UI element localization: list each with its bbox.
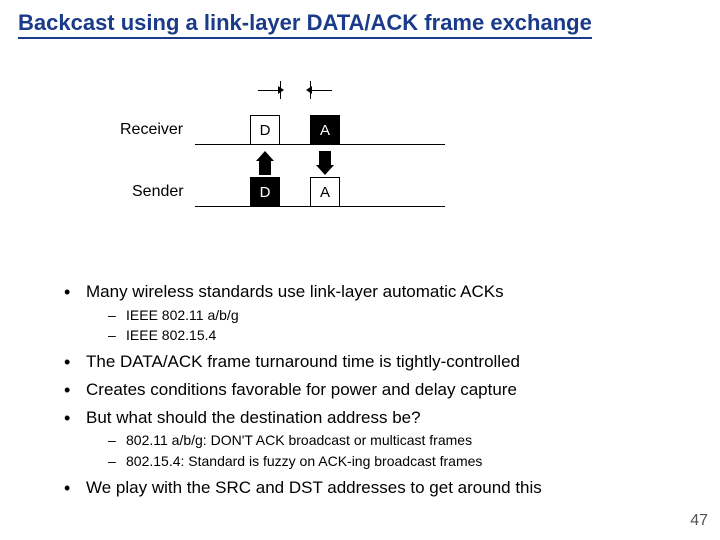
receiver-data-box: D [250, 115, 280, 145]
bullet-5-text: We play with the SRC and DST addresses t… [86, 478, 542, 497]
bullet-5: We play with the SRC and DST addresses t… [60, 476, 680, 500]
bullet-4-sub-1: 802.11 a/b/g: DON'T ACK broadcast or mul… [86, 431, 680, 451]
bullet-2: The DATA/ACK frame turnaround time is ti… [60, 350, 680, 374]
timing-diagram: Receiver D A Sender D A [0, 75, 720, 245]
slide-title: Backcast using a link-layer DATA/ACK fra… [18, 10, 592, 36]
bullet-3-text: Creates conditions favorable for power a… [86, 380, 517, 399]
slide-title-text: Backcast using a link-layer DATA/ACK fra… [18, 10, 592, 39]
bullet-3: Creates conditions favorable for power a… [60, 378, 680, 402]
slide: Backcast using a link-layer DATA/ACK fra… [0, 0, 720, 540]
bullet-list: Many wireless standards use link-layer a… [60, 280, 680, 503]
bullet-2-text: The DATA/ACK frame turnaround time is ti… [86, 352, 520, 371]
sender-ack-box: A [310, 177, 340, 207]
bullet-1-text: Many wireless standards use link-layer a… [86, 282, 504, 301]
bullet-1: Many wireless standards use link-layer a… [60, 280, 680, 346]
page-number: 47 [690, 512, 708, 530]
sender-label: Sender [132, 183, 184, 201]
receiver-label: Receiver [120, 121, 183, 139]
bullet-4-text: But what should the destination address … [86, 408, 421, 427]
bullet-4-sub-2: 802.15.4: Standard is fuzzy on ACK-ing b… [86, 452, 680, 472]
bullet-4: But what should the destination address … [60, 406, 680, 472]
bullet-1-sub-1: IEEE 802.11 a/b/g [86, 306, 680, 326]
sender-data-box: D [250, 177, 280, 207]
sender-data-label: D [260, 184, 271, 201]
bullet-1-sub-2: IEEE 802.15.4 [86, 326, 680, 346]
receiver-ack-box: A [310, 115, 340, 145]
